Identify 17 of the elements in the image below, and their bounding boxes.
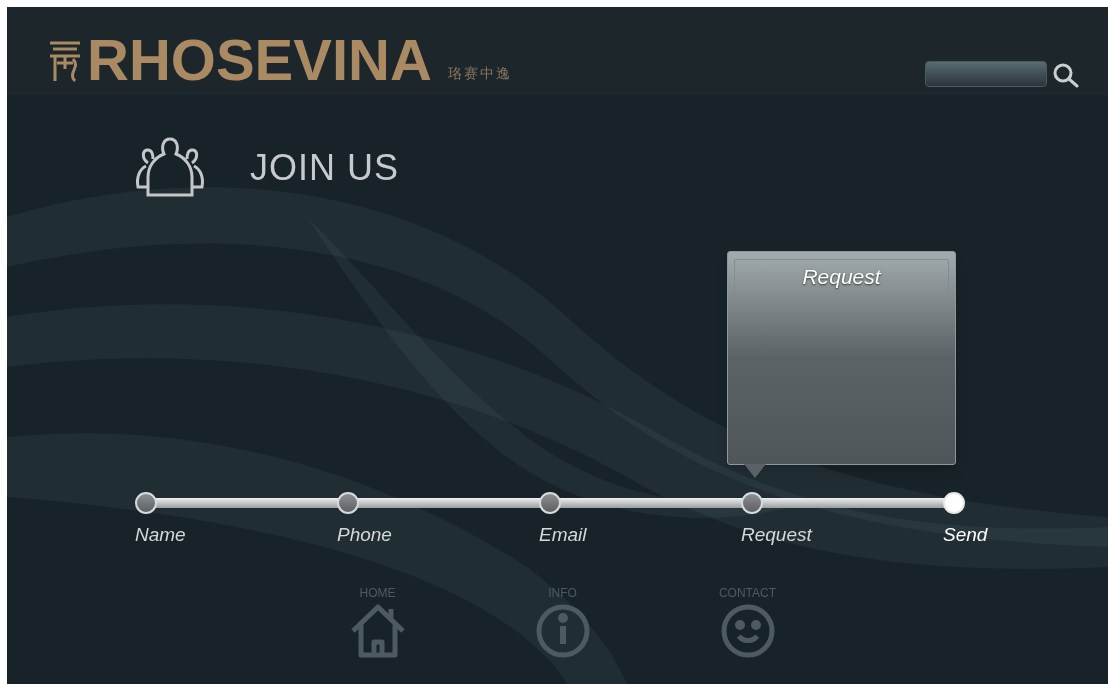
step-label: Phone	[337, 524, 392, 545]
step-label: Request	[741, 524, 812, 545]
nav-label[interactable]: CONTACT	[718, 583, 777, 602]
nav-label[interactable]: HOME	[359, 583, 396, 602]
group-people-icon	[134, 137, 206, 199]
seal-logo-icon	[47, 39, 83, 83]
tooltip-title: Request	[734, 259, 949, 294]
page-title: JOIN US	[250, 146, 399, 190]
brand-chinese-name: 珞赛中逸	[447, 64, 512, 83]
brand-name: RHOSEVINA	[87, 29, 432, 91]
nav-label[interactable]: INFO	[548, 583, 577, 602]
step-label: Email	[539, 524, 587, 545]
step-label: Name	[135, 524, 186, 545]
tooltip-pointer-icon	[744, 464, 766, 478]
search-icon[interactable]	[1052, 62, 1080, 88]
search-field[interactable]	[925, 61, 1047, 87]
step-label: Send	[943, 524, 988, 545]
